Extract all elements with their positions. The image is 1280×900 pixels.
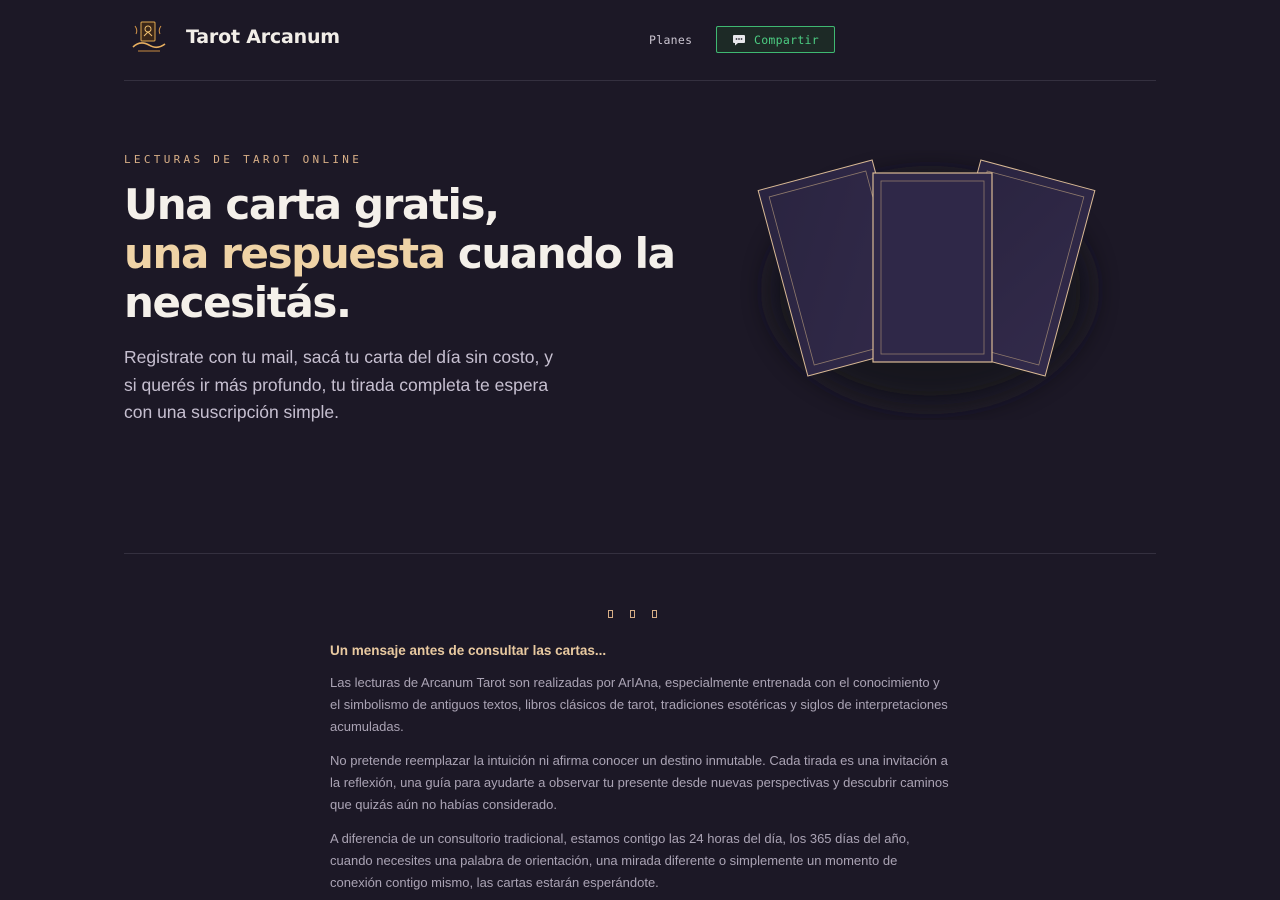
brand-link[interactable]: Tarot Arcanum — [130, 20, 340, 54]
tarot-card-center — [872, 172, 993, 363]
section-divider — [124, 553, 1156, 554]
share-button[interactable]: Compartir — [716, 26, 835, 53]
nav-plans-link[interactable]: Planes — [649, 33, 692, 47]
hero-title-accent: una respuesta — [124, 229, 446, 278]
ornament-glyph-icon — [652, 610, 657, 618]
ornament-glyphs — [608, 610, 657, 618]
message-paragraph: Las lecturas de Arcanum Tarot son realiz… — [330, 675, 948, 734]
hero-title: Una carta gratis, una respuesta cuando l… — [124, 180, 684, 327]
ornament-glyph-icon — [630, 610, 635, 618]
hero-title-line1: Una carta gratis, — [124, 180, 500, 229]
brand-name: Tarot Arcanum — [186, 26, 340, 48]
message-paragraph: A diferencia de un consultorio tradicion… — [330, 831, 910, 890]
hero-eyebrow: LECTURAS DE TAROT ONLINE — [124, 153, 363, 166]
tarot-cards-illustration — [740, 150, 1120, 420]
tarot-arcanum-logo-icon — [132, 21, 166, 52]
page: Tarot Arcanum Planes Compartir LECTURAS … — [0, 0, 1280, 900]
message-heading: Un mensaje antes de consultar las cartas… — [330, 643, 607, 658]
hero-subtitle: Registrate con tu mail, sacá tu carta de… — [124, 347, 553, 422]
message-paragraph: No pretende reemplazar la intuición ni a… — [330, 753, 949, 812]
site-header: Tarot Arcanum Planes Compartir — [124, 0, 1156, 81]
share-button-label: Compartir — [753, 32, 819, 47]
message-section: Un mensaje antes de consultar las cartas… — [330, 643, 950, 900]
tarot-cards-icon — [757, 159, 1096, 405]
ornament-glyph-icon — [608, 610, 613, 618]
chat-bubble-icon — [732, 34, 745, 45]
